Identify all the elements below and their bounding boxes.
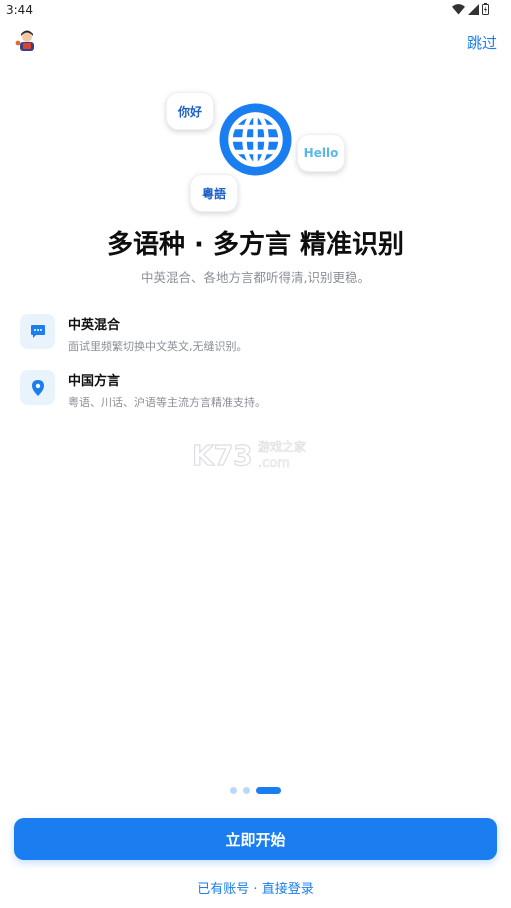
feature-item-dialect: 中国方言 粤语、川话、沪语等主流方言精准支持。 [20,370,266,410]
feature-text: 中国方言 粤语、川话、沪语等主流方言精准支持。 [68,370,266,410]
status-time: 3:44 [6,3,33,17]
page-subtitle: 中英混合、各地方言都听得清,识别更稳。 [141,270,370,285]
feature-icon-box [20,370,55,405]
location-pin-icon [31,379,44,396]
login-link[interactable]: 已有账号 · 直接登录 [0,878,511,897]
watermark-cn: 游戏之家 [258,439,306,454]
watermark-logo: K73 游戏之家 .com [192,438,306,471]
globe-icon [219,103,292,176]
hero-illustration: 你好 Hello 粵語 [0,90,511,220]
wifi-icon [452,3,465,15]
feature-desc: 面试里频繁切换中文英文,无缝识别。 [68,340,248,353]
feature-desc: 粤语、川话、沪语等主流方言精准支持。 [68,396,266,409]
onboarding-page: 3:44 跳过 你好 Hello 粵語 多语种 · 多方言 精准识别 中英混合、… [0,0,511,908]
status-bar: 3:44 [0,0,511,22]
page-dot[interactable] [230,787,237,794]
bubble-cantonese: 粵語 [190,174,238,212]
start-button[interactable]: 立即开始 [14,818,497,860]
feature-icon-box [20,314,55,349]
watermark-brand: K73 [192,439,253,471]
skip-button[interactable]: 跳过 [467,32,497,53]
page-title: 多语种 · 多方言 精准识别 [106,230,405,260]
feature-text: 中英混合 面试里频繁切换中文英文,无缝识别。 [68,314,248,354]
battery-icon [482,3,489,15]
watermark-domain: .com [258,456,290,471]
chat-bubble-icon [30,325,45,338]
bubble-mandarin: 你好 [166,92,214,130]
feature-title: 中英混合 [68,318,121,333]
feature-title: 中国方言 [68,374,121,389]
page-indicator [230,787,281,794]
signal-icon [468,3,479,15]
status-icons [452,3,489,15]
app-logo-icon[interactable] [14,28,40,54]
bubble-english: Hello [297,134,345,172]
page-dot[interactable] [243,787,250,794]
page-dot-active[interactable] [256,787,281,794]
feature-item-mixed-language: 中英混合 面试里频繁切换中文英文,无缝识别。 [20,314,248,354]
